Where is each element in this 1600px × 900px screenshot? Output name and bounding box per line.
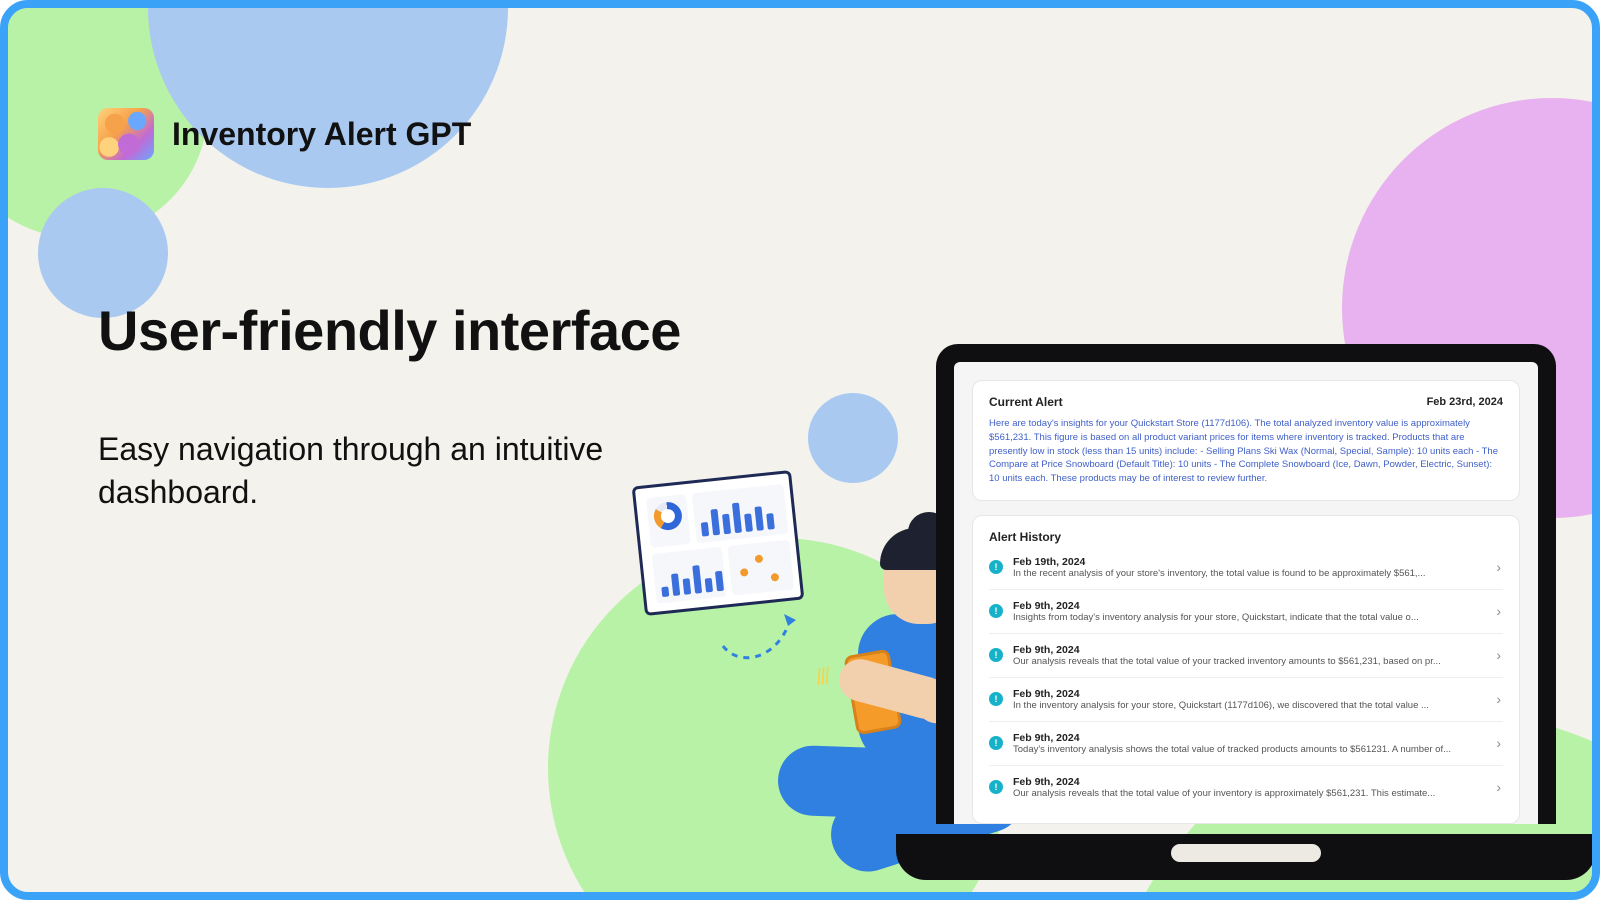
alert-history-item[interactable]: ! Feb 19th, 2024In the recent analysis of… bbox=[989, 552, 1503, 589]
alert-history-summary: Insights from today's inventory analysis… bbox=[1013, 612, 1484, 623]
info-dot-icon: ! bbox=[989, 648, 1003, 662]
current-alert-body: Here are today's insights for your Quick… bbox=[989, 417, 1503, 486]
alert-history-summary: In the recent analysis of your store's i… bbox=[1013, 568, 1484, 579]
alert-history-date: Feb 9th, 2024 bbox=[1013, 732, 1484, 744]
alert-history-title: Alert History bbox=[989, 530, 1061, 544]
app-name: Inventory Alert GPT bbox=[172, 116, 471, 153]
alert-history-text: Feb 19th, 2024In the recent analysis of … bbox=[1013, 556, 1484, 579]
info-dot-icon: ! bbox=[989, 692, 1003, 706]
app-logo-icon bbox=[98, 108, 154, 160]
current-alert-title: Current Alert bbox=[989, 395, 1063, 409]
chevron-right-icon: › bbox=[1494, 559, 1503, 575]
current-alert-panel: Current Alert Feb 23rd, 2024 Here are to… bbox=[972, 380, 1520, 501]
alert-history-date: Feb 9th, 2024 bbox=[1013, 600, 1484, 612]
alert-history-item[interactable]: ! Feb 9th, 2024Insights from today's inve… bbox=[989, 589, 1503, 633]
hero-subhead: Easy navigation through an intuitive das… bbox=[98, 428, 658, 514]
info-dot-icon: ! bbox=[989, 780, 1003, 794]
alert-history-item[interactable]: ! Feb 9th, 2024Our analysis reveals that … bbox=[989, 765, 1503, 809]
laptop-base bbox=[896, 834, 1596, 880]
info-dot-icon: ! bbox=[989, 604, 1003, 618]
chevron-right-icon: › bbox=[1494, 647, 1503, 663]
alert-history-text: Feb 9th, 2024Our analysis reveals that t… bbox=[1013, 644, 1484, 667]
hero-headline: User-friendly interface bbox=[98, 298, 681, 363]
alert-history-summary: Our analysis reveals that the total valu… bbox=[1013, 656, 1484, 667]
chevron-right-icon: › bbox=[1494, 603, 1503, 619]
info-dot-icon: ! bbox=[989, 736, 1003, 750]
alert-history-item[interactable]: ! Feb 9th, 2024Today's inventory analysis… bbox=[989, 721, 1503, 765]
current-alert-date: Feb 23rd, 2024 bbox=[1427, 396, 1503, 408]
promo-frame: Inventory Alert GPT User-friendly interf… bbox=[0, 0, 1600, 900]
brand-row: Inventory Alert GPT bbox=[98, 108, 471, 160]
alert-history-summary: In the inventory analysis for your store… bbox=[1013, 700, 1484, 711]
bg-blob bbox=[808, 393, 898, 483]
alert-history-date: Feb 9th, 2024 bbox=[1013, 644, 1484, 656]
alert-history-text: Feb 9th, 2024In the inventory analysis f… bbox=[1013, 688, 1484, 711]
alert-history-summary: Our analysis reveals that the total valu… bbox=[1013, 788, 1484, 799]
alert-history-date: Feb 9th, 2024 bbox=[1013, 776, 1484, 788]
laptop-bezel: Current Alert Feb 23rd, 2024 Here are to… bbox=[936, 344, 1556, 824]
alert-history-text: Feb 9th, 2024Today's inventory analysis … bbox=[1013, 732, 1484, 755]
alert-history-date: Feb 9th, 2024 bbox=[1013, 688, 1484, 700]
alert-history-summary: Today's inventory analysis shows the tot… bbox=[1013, 744, 1484, 755]
hero-illustration: / / / bbox=[628, 478, 968, 868]
alert-history-date: Feb 19th, 2024 bbox=[1013, 556, 1484, 568]
chevron-right-icon: › bbox=[1494, 779, 1503, 795]
info-dot-icon: ! bbox=[989, 560, 1003, 574]
app-screen: Current Alert Feb 23rd, 2024 Here are to… bbox=[954, 362, 1538, 824]
chevron-right-icon: › bbox=[1494, 691, 1503, 707]
alert-history-text: Feb 9th, 2024Insights from today's inven… bbox=[1013, 600, 1484, 623]
alert-history-item[interactable]: ! Feb 9th, 2024In the inventory analysis … bbox=[989, 677, 1503, 721]
alert-history-item[interactable]: ! Feb 9th, 2024Our analysis reveals that … bbox=[989, 633, 1503, 677]
chevron-right-icon: › bbox=[1494, 735, 1503, 751]
laptop-mockup: Current Alert Feb 23rd, 2024 Here are to… bbox=[936, 344, 1556, 864]
alert-history-text: Feb 9th, 2024Our analysis reveals that t… bbox=[1013, 776, 1484, 799]
alert-history-panel: Alert History ! Feb 19th, 2024In the rece… bbox=[972, 515, 1520, 824]
